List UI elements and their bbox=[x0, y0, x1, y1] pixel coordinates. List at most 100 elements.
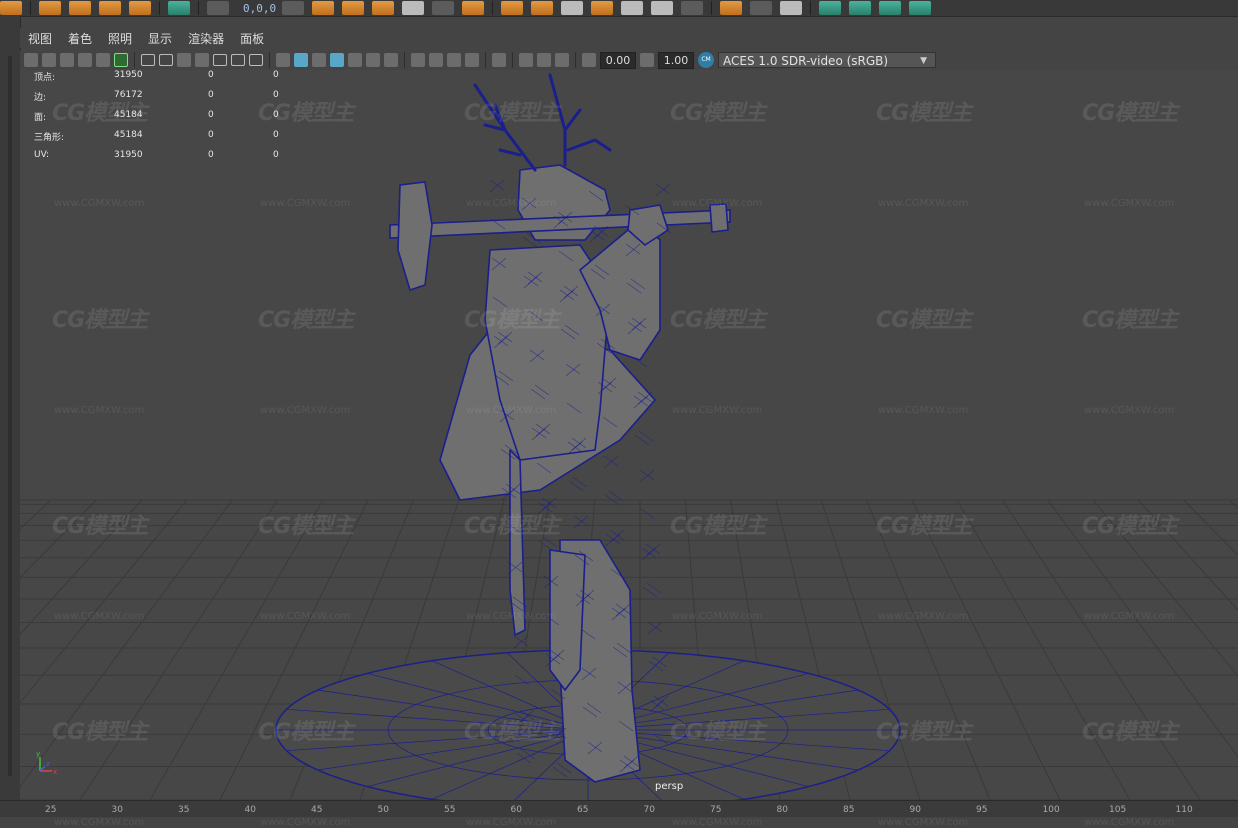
depth-of-field-icon[interactable] bbox=[465, 53, 479, 67]
motion-blur-icon[interactable] bbox=[429, 53, 443, 67]
hud-label: 三角形: bbox=[34, 133, 65, 143]
shelf-tool-icon[interactable] bbox=[0, 1, 22, 15]
lights-icon[interactable] bbox=[366, 53, 380, 67]
hud-label: 边: bbox=[34, 93, 47, 103]
hud-value: 31950 bbox=[114, 150, 143, 160]
svg-text:x: x bbox=[53, 768, 57, 776]
default-material-icon[interactable] bbox=[312, 53, 326, 67]
exposure-field[interactable]: 1.00 bbox=[658, 51, 694, 69]
color-space-dropdown[interactable]: ACES 1.0 SDR-video (sRGB) ▼ bbox=[718, 52, 936, 68]
shelf-tool-icon[interactable] bbox=[282, 1, 305, 15]
menu-lighting[interactable]: 照明 bbox=[108, 30, 132, 47]
gamma-icon[interactable] bbox=[640, 53, 654, 67]
smooth-shade-icon[interactable] bbox=[294, 53, 308, 67]
watermark-url: www.CGMXW.com bbox=[672, 198, 763, 209]
shadows-icon[interactable] bbox=[384, 53, 398, 67]
isolate-select-icon[interactable] bbox=[492, 53, 506, 67]
menu-view[interactable]: 视图 bbox=[28, 30, 52, 47]
shelf-tool-icon[interactable] bbox=[879, 1, 902, 15]
watermark-text: CG模型主 bbox=[1082, 720, 1178, 745]
xray-icon[interactable] bbox=[519, 53, 533, 67]
shelf-tool-icon[interactable] bbox=[561, 1, 584, 15]
timeline-tick-label: 40 bbox=[244, 805, 256, 815]
watermark-url: www.CGMXW.com bbox=[260, 817, 351, 828]
shelf-tool-icon[interactable] bbox=[531, 1, 554, 15]
camera-icon[interactable] bbox=[24, 53, 38, 67]
shelf-tool-icon[interactable] bbox=[432, 1, 455, 15]
image-plane-icon[interactable] bbox=[78, 53, 92, 67]
film-gate-icon[interactable] bbox=[159, 54, 173, 66]
shelf-tool-icon[interactable] bbox=[780, 1, 803, 15]
wireframe-on-shaded-icon[interactable] bbox=[330, 53, 344, 67]
hud-value: 0 bbox=[208, 150, 214, 160]
hud-value: 0 bbox=[273, 110, 279, 120]
gamma-field[interactable]: 0.00 bbox=[600, 51, 636, 69]
timeline-tick-label: 75 bbox=[710, 805, 722, 815]
bookmark-icon[interactable] bbox=[60, 53, 74, 67]
shelf-tool-icon[interactable] bbox=[591, 1, 614, 15]
shelf-tool-icon[interactable] bbox=[129, 1, 151, 15]
shelf-tool-icon[interactable] bbox=[720, 1, 743, 15]
resolution-gate-icon[interactable] bbox=[177, 53, 191, 67]
2d-pan-zoom-icon[interactable] bbox=[96, 53, 110, 67]
grease-pencil-icon[interactable] bbox=[114, 53, 128, 67]
timeline-tick-label: 30 bbox=[111, 805, 123, 815]
watermark-text: CG模型主 bbox=[1082, 308, 1178, 333]
grid-line bbox=[956, 499, 1131, 800]
shelf-tool-icon[interactable] bbox=[909, 1, 932, 15]
shelf-tool-icon[interactable] bbox=[819, 1, 842, 15]
ambient-occlusion-icon[interactable] bbox=[411, 53, 425, 67]
field-chart-icon[interactable] bbox=[213, 54, 227, 66]
timeline-ruler[interactable]: 25 30 35 40 45 50 55 60 65 70 75 80 85 90 95 100 105 110 bbox=[0, 800, 1238, 817]
timeline-tick-label: 105 bbox=[1109, 805, 1127, 815]
shelf-tool-icon[interactable] bbox=[39, 1, 61, 15]
anti-alias-icon[interactable] bbox=[447, 53, 461, 67]
color-management-icon[interactable]: CM bbox=[698, 52, 714, 68]
textured-icon[interactable] bbox=[348, 53, 362, 67]
shelf-tool-icon[interactable] bbox=[342, 1, 365, 15]
shelf-tool-icon[interactable] bbox=[681, 1, 704, 15]
shelf-separator bbox=[492, 1, 494, 15]
grid-icon[interactable] bbox=[141, 54, 155, 66]
snap-icon[interactable] bbox=[207, 1, 229, 15]
camera-name-label: persp bbox=[655, 781, 684, 792]
hammer-head-mesh bbox=[397, 181, 433, 291]
watermark-url: www.CGMXW.com bbox=[878, 405, 969, 416]
shelf-tool-icon[interactable] bbox=[99, 1, 121, 15]
watermark-text: CG模型主 bbox=[258, 720, 354, 745]
watermark-url: www.CGMXW.com bbox=[54, 611, 145, 622]
menu-shading[interactable]: 着色 bbox=[68, 30, 92, 47]
xray-active-icon[interactable] bbox=[537, 53, 551, 67]
shelf-tool-icon[interactable] bbox=[462, 1, 485, 15]
shelf-tool-icon[interactable] bbox=[402, 1, 425, 15]
watermark-url: www.CGMXW.com bbox=[260, 611, 351, 622]
shelf-tool-icon[interactable] bbox=[750, 1, 773, 15]
shelf-tool-icon[interactable] bbox=[651, 1, 674, 15]
watermark-url: www.CGMXW.com bbox=[1084, 198, 1175, 209]
xray-joints-icon[interactable] bbox=[555, 53, 569, 67]
shelf-tool-icon[interactable] bbox=[849, 1, 872, 15]
toolbar-separator bbox=[404, 52, 405, 68]
safe-action-icon[interactable] bbox=[231, 54, 245, 66]
hud-label: 面: bbox=[34, 113, 47, 123]
shelf-tool-icon[interactable] bbox=[69, 1, 91, 15]
shelf-tool-icon[interactable] bbox=[501, 1, 524, 15]
shelf-tool-icon[interactable] bbox=[312, 1, 335, 15]
gate-mask-icon[interactable] bbox=[195, 53, 209, 67]
3d-viewport[interactable] bbox=[20, 70, 1238, 800]
menu-renderer[interactable]: 渲染器 bbox=[188, 30, 224, 47]
shelf-tool-icon[interactable] bbox=[372, 1, 395, 15]
shelf-tool-icon[interactable] bbox=[621, 1, 644, 15]
menu-show[interactable]: 显示 bbox=[148, 30, 172, 47]
menu-panels[interactable]: 面板 bbox=[240, 30, 264, 47]
exposure-icon[interactable] bbox=[582, 53, 596, 67]
camera-attributes-icon[interactable] bbox=[42, 53, 56, 67]
left-strip-scrollbar[interactable] bbox=[8, 56, 12, 776]
wireframe-icon[interactable] bbox=[276, 53, 290, 67]
hud-label: UV: bbox=[34, 150, 50, 160]
grid-line bbox=[911, 499, 1061, 800]
shelf-tool-icon[interactable] bbox=[168, 1, 190, 15]
watermark-url: www.CGMXW.com bbox=[878, 611, 969, 622]
grid-line bbox=[1183, 499, 1238, 556]
safe-title-icon[interactable] bbox=[249, 54, 263, 66]
